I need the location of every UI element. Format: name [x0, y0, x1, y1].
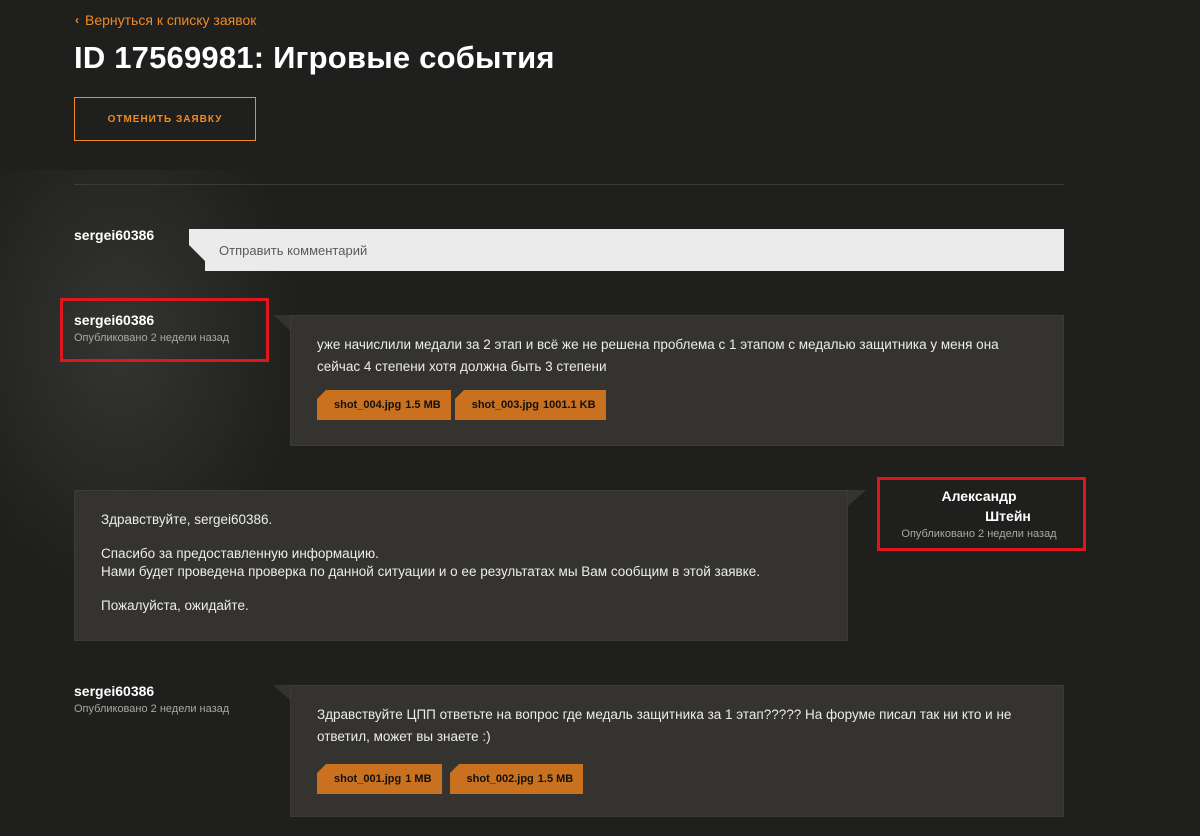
- attachment-chip[interactable]: shot_002.jpg 1.5 MB: [449, 764, 584, 794]
- support-reply-bubble: Здравствуйте, sergei60386. Спасибо за пр…: [74, 490, 848, 641]
- attachment-name: shot_003.jpg: [471, 399, 539, 411]
- file-icon: [449, 764, 459, 773]
- comment-line: Нами будет проведена проверка по данной …: [101, 564, 761, 579]
- bubble-tail: [273, 315, 291, 331]
- back-link-label: Вернуться к списку заявок: [85, 12, 257, 28]
- comment-text: уже начислили медали за 2 этап и всё же …: [317, 334, 1037, 378]
- file-icon: [454, 390, 464, 399]
- back-to-list-link[interactable]: ‹ Вернуться к списку заявок: [75, 12, 256, 28]
- file-icon: [317, 390, 326, 399]
- comment-bubble: Здравствуйте ЦПП ответьте на вопрос где …: [290, 685, 1064, 817]
- bubble-tail: [848, 490, 866, 506]
- comment-bubble: уже начислили медали за 2 этап и всё же …: [290, 315, 1064, 446]
- highlight-box: [877, 477, 1086, 551]
- attachment-size: 1001.1 KB: [542, 399, 596, 411]
- comment-text: Здравствуйте, sergei60386. Спасибо за пр…: [101, 509, 821, 617]
- attachment-list: shot_004.jpg 1.5 MB shot_003.jpg 1001.1 …: [317, 390, 1037, 420]
- comment-line: уже начислили медали за 2 этап и всё же …: [317, 337, 999, 352]
- attachment-chip[interactable]: shot_003.jpg 1001.1 KB: [454, 390, 606, 420]
- attachment-chip[interactable]: shot_004.jpg 1.5 MB: [317, 390, 451, 420]
- attachment-size: 1.5 MB: [405, 399, 441, 411]
- attachment-name: shot_002.jpg: [466, 773, 534, 785]
- divider: [74, 184, 1064, 185]
- comment-line: ответил, может вы знаете :): [317, 729, 491, 744]
- comment-text: Здравствуйте ЦПП ответьте на вопрос где …: [317, 704, 1037, 748]
- comment-line: сейчас 4 степени хотя должна быть 3 степ…: [317, 359, 607, 374]
- attachment-size: 1.5 MB: [537, 773, 574, 785]
- reply-bubble-tail: [189, 229, 205, 261]
- comment-line: Здравствуйте ЦПП ответьте на вопрос где …: [317, 707, 1012, 722]
- attachment-chip[interactable]: shot_001.jpg 1 MB: [317, 764, 442, 794]
- comment-author-block: sergei60386 Опубликовано 2 недели назад: [74, 683, 229, 715]
- attachment-name: shot_001.jpg: [334, 773, 402, 785]
- cancel-ticket-button[interactable]: ОТМЕНИТЬ ЗАЯВКУ: [74, 97, 256, 141]
- chevron-left-icon: ‹: [75, 13, 79, 27]
- attachment-list: shot_001.jpg 1 MB shot_002.jpg 1.5 MB: [317, 764, 1037, 794]
- comment-line: Здравствуйте, sergei60386.: [101, 512, 273, 527]
- attachment-size: 1 MB: [405, 773, 432, 785]
- bubble-tail: [273, 685, 291, 701]
- comment-input[interactable]: [205, 229, 1064, 271]
- published-time: Опубликовано 2 недели назад: [74, 703, 230, 715]
- attachment-name: shot_004.jpg: [334, 399, 402, 411]
- reply-username: sergei60386: [74, 227, 155, 243]
- page-title: ID 17569981: Игровые события: [74, 40, 555, 75]
- author-name: sergei60386: [74, 683, 155, 699]
- highlight-box: [60, 298, 269, 362]
- comment-line: Пожалуйста, ожидайте.: [101, 598, 249, 613]
- file-icon: [317, 764, 326, 773]
